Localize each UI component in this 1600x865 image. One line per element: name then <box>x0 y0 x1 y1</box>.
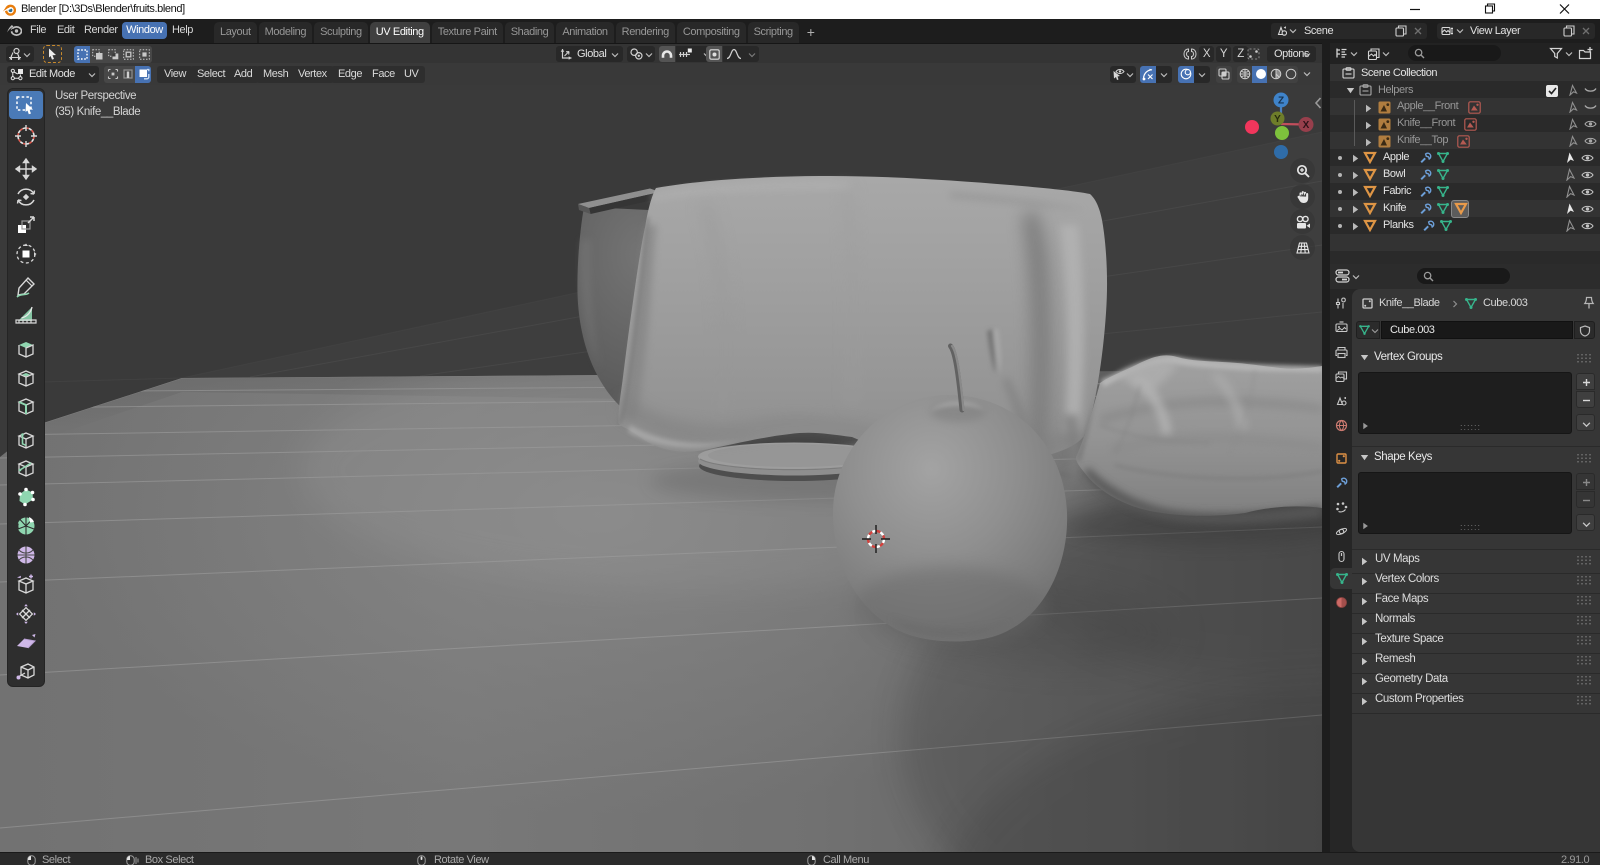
svg-text:Y: Y <box>1274 114 1281 125</box>
svg-text:Z: Z <box>1278 96 1284 107</box>
svg-text:X: X <box>1303 120 1310 131</box>
